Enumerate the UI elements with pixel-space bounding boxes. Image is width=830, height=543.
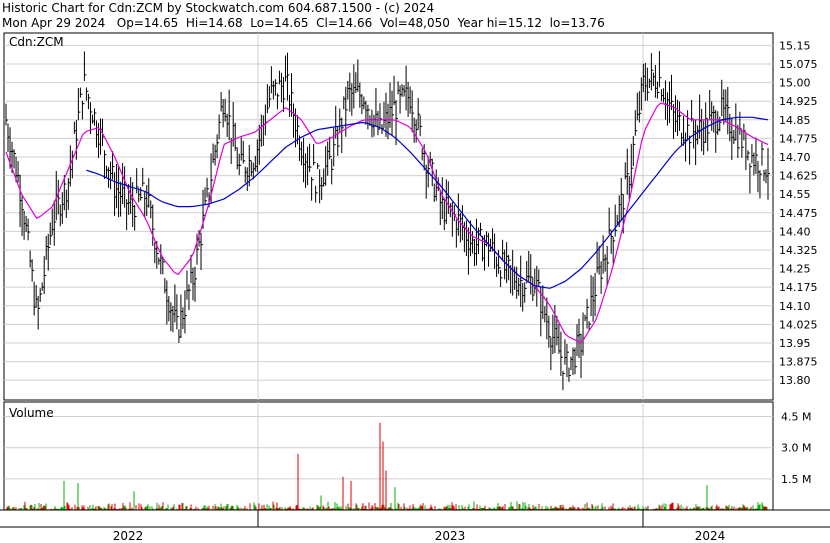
stock-chart: 15.15 15.075 15.00 14.925 14.85 14.775 14.70 14… [0,32,830,543]
y-tick-label: 14.40 [779,225,811,238]
y-tick-label: 14.925 [779,95,818,108]
y-tick-label: 15.15 [779,39,811,52]
y-tick-label: 14.625 [779,170,818,183]
y-tick-label: 13.80 [779,374,811,387]
y-tick-label: 14.25 [779,263,811,276]
y-tick-label: 15.00 [779,77,811,90]
y-tick-label: 15.075 [779,58,818,71]
y-tick-label: 13.95 [779,337,811,350]
x-tick-label: 2022 [113,529,144,543]
volume-tick-label: 4.5 M [781,411,811,424]
x-tick-label: 2024 [695,529,726,543]
volume-title: Volume [9,406,54,420]
y-tick-label: 14.775 [779,132,818,145]
y-tick-label: 14.325 [779,244,818,257]
volume-panel-frame [3,401,774,511]
volume-tick-label: 3.0 M [781,442,811,455]
volume-grid [3,401,774,511]
y-tick-label: 14.55 [779,188,811,201]
symbol-label: Cdn:ZCM [9,35,64,49]
y-tick-label: 13.875 [779,356,818,369]
y-tick-label: 14.70 [779,151,811,164]
y-tick-label: 14.025 [779,318,818,331]
y-tick-label: 14.85 [779,114,811,127]
y-tick-label: 14.475 [779,207,818,220]
y-tick-label: 14.10 [779,300,811,313]
volume-tick-label: 1.5 M [781,473,811,486]
y-tick-label: 14.175 [779,281,818,294]
x-tick-label: 2023 [435,529,466,543]
